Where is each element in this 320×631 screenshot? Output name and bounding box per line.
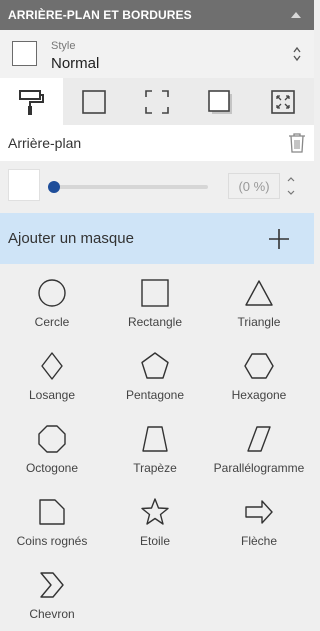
background-label: Arrière-plan: [8, 135, 82, 151]
trash-icon[interactable]: [288, 132, 306, 153]
opacity-row: [0, 161, 314, 211]
rectangle-icon: [141, 279, 169, 307]
shape-trapezoid[interactable]: Trapèze: [103, 412, 207, 480]
shape-label: Triangle: [237, 315, 281, 329]
parallelogram-icon: [247, 426, 271, 452]
shape-star[interactable]: Etoile: [103, 485, 207, 553]
hexagon-icon: [244, 353, 274, 379]
opacity-slider-track[interactable]: [48, 185, 208, 189]
opacity-slider-thumb[interactable]: [48, 181, 60, 193]
shape-parallelogram[interactable]: Parallélogramme: [207, 412, 311, 480]
shape-label: Coins rognés: [16, 534, 88, 548]
snipped-corner-icon: [39, 499, 65, 525]
triangle-icon: [245, 280, 273, 306]
shape-label: Flèche: [240, 534, 278, 548]
trapezoid-icon: [142, 426, 168, 452]
shape-arrow[interactable]: Flèche: [207, 485, 311, 553]
shape-diamond[interactable]: Losange: [0, 339, 104, 407]
shape-label: Parallélogramme: [213, 461, 305, 475]
shape-label: Trapèze: [133, 461, 177, 475]
panel-title: ARRIÈRE-PLAN ET BORDURES: [8, 8, 192, 22]
shape-label: Hexagone: [231, 388, 287, 402]
fit-arrows-icon: [270, 89, 295, 114]
pentagon-icon: [141, 352, 169, 379]
shape-pentagon[interactable]: Pentagone: [103, 339, 207, 407]
panel-header: ARRIÈRE-PLAN ET BORDURES: [0, 0, 314, 30]
shape-circle[interactable]: Cercle: [0, 266, 104, 334]
tab-fit[interactable]: [251, 78, 314, 125]
chevron-icon: [40, 572, 64, 598]
style-value[interactable]: Normal: [51, 55, 99, 72]
shape-label: Octogone: [25, 461, 79, 475]
shape-snipped-corner[interactable]: Coins rognés: [0, 485, 104, 553]
shape-label: Cercle: [34, 315, 70, 329]
style-selector[interactable]: Style Normal: [0, 30, 314, 78]
star-icon: [141, 498, 169, 525]
shape-label: Pentagone: [125, 388, 185, 402]
shape-octagon[interactable]: Octogone: [0, 412, 104, 480]
style-preview: [12, 41, 37, 66]
plus-icon[interactable]: [268, 228, 290, 250]
arrow-icon: [245, 500, 273, 524]
add-mask-button[interactable]: Ajouter un masque: [0, 213, 314, 264]
style-label: Style: [51, 40, 76, 52]
corners-border-icon: [145, 89, 169, 114]
octagon-icon: [38, 425, 66, 453]
style-spinner-icon[interactable]: [292, 45, 302, 63]
shape-hexagon[interactable]: Hexagone: [207, 339, 311, 407]
shape-label: Losange: [28, 388, 76, 402]
paint-roller-icon: [19, 89, 45, 115]
shape-rectangle[interactable]: Rectangle: [103, 266, 207, 334]
shape-label: Chevron: [29, 607, 75, 621]
tab-background[interactable]: [0, 78, 63, 125]
square-border-icon: [82, 89, 106, 114]
color-swatch[interactable]: [8, 169, 40, 201]
border-tabs: [0, 78, 314, 125]
shape-chevron[interactable]: Chevron: [0, 558, 104, 626]
collapse-icon[interactable]: [290, 9, 302, 21]
circle-icon: [38, 279, 66, 307]
shape-triangle[interactable]: Triangle: [207, 266, 311, 334]
add-mask-label: Ajouter un masque: [8, 230, 134, 247]
tab-border[interactable]: [63, 78, 126, 125]
shape-label: Etoile: [139, 534, 171, 548]
shadow-square-icon: [207, 89, 232, 114]
diamond-icon: [41, 352, 63, 380]
background-section: Arrière-plan: [0, 125, 314, 161]
mask-shapes-grid: Cercle Rectangle Triangle Losange Pentag…: [0, 266, 314, 631]
shape-label: Rectangle: [127, 315, 183, 329]
tab-corners[interactable]: [126, 78, 189, 125]
opacity-spinner-icon[interactable]: [286, 173, 296, 199]
tab-shadow[interactable]: [188, 78, 251, 125]
opacity-field[interactable]: [228, 173, 280, 199]
